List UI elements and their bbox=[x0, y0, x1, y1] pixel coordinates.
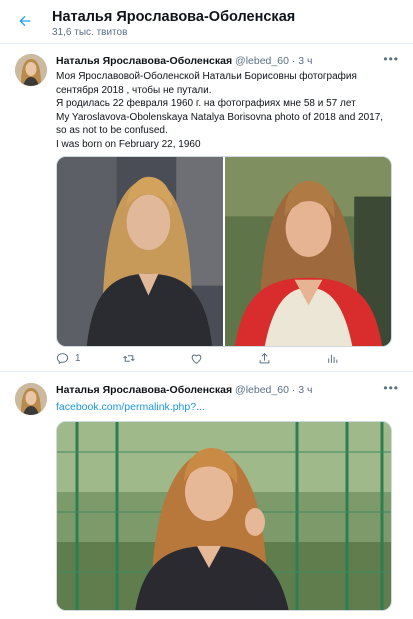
reply-button[interactable]: 1 bbox=[56, 352, 81, 365]
tweet-meta: Наталья Ярославова-Оболенская @lebed_60 … bbox=[56, 54, 313, 68]
back-arrow-icon bbox=[19, 15, 31, 27]
tweet-photo-2[interactable] bbox=[225, 157, 391, 346]
author-handle[interactable]: @lebed_60 bbox=[235, 55, 289, 67]
author-name[interactable]: Наталья Ярославова-Оболенская bbox=[56, 55, 232, 67]
like-icon bbox=[191, 354, 202, 364]
avatar-photo bbox=[15, 383, 47, 415]
share-icon bbox=[259, 352, 270, 364]
tweet-text: Моя Ярославовой-Оболенской Натальи Борис… bbox=[56, 70, 401, 151]
retweet-button[interactable] bbox=[122, 352, 136, 365]
reply-icon bbox=[56, 353, 69, 365]
tweet[interactable]: Наталья Ярославова-Оболенская @lebed_60 … bbox=[0, 373, 413, 619]
profile-name-title: Наталья Ярославова-Оболенская bbox=[52, 9, 296, 25]
tweet-photo-1[interactable] bbox=[57, 157, 223, 346]
tweet-text-line: I was born on February 22, 1960 bbox=[56, 138, 201, 150]
tweet-meta: Наталья Ярославова-Оболенская @lebed_60 … bbox=[56, 383, 313, 397]
tweet-count: 31,6 тыс. твитов bbox=[52, 27, 128, 38]
separator: · bbox=[291, 384, 296, 396]
analytics-button[interactable] bbox=[326, 352, 339, 365]
tweet[interactable]: Наталья Ярославова-Оболенская @lebed_60 … bbox=[0, 46, 413, 372]
more-button[interactable]: ••• bbox=[383, 381, 399, 395]
tweet-photo-3[interactable] bbox=[57, 422, 392, 611]
tweet-text-line: Моя Ярославовой-Оболенской Натальи Борис… bbox=[56, 71, 357, 82]
like-button[interactable] bbox=[190, 352, 203, 365]
facebook-link[interactable]: facebook.com/permalink.php?... bbox=[56, 401, 205, 413]
tweet-time[interactable]: 3 ч bbox=[298, 55, 312, 67]
avatar-photo bbox=[15, 54, 47, 86]
retweet-icon bbox=[123, 355, 135, 362]
tweet-text-line: so as not to be confused. bbox=[56, 125, 168, 136]
avatar[interactable] bbox=[15, 54, 47, 86]
tweet-media[interactable] bbox=[56, 421, 392, 611]
author-handle[interactable]: @lebed_60 bbox=[235, 384, 289, 396]
tweet-actions: 1 bbox=[56, 352, 346, 370]
tweet-text-line: сентября 2018 , чтобы не путали. bbox=[56, 84, 212, 96]
reply-count: 1 bbox=[75, 353, 81, 364]
tweet-media[interactable] bbox=[56, 156, 392, 347]
back-button[interactable] bbox=[14, 10, 36, 32]
author-name[interactable]: Наталья Ярославова-Оболенская bbox=[56, 384, 232, 396]
more-button[interactable]: ••• bbox=[383, 52, 399, 66]
tweet-time[interactable]: 3 ч bbox=[298, 384, 312, 396]
share-button[interactable] bbox=[258, 352, 271, 365]
avatar[interactable] bbox=[15, 383, 47, 415]
tweet-text-line: My Yaroslavova-Obolenskaya Natalya Boris… bbox=[56, 111, 384, 123]
more-icon: ••• bbox=[383, 381, 399, 395]
analytics-icon bbox=[328, 354, 338, 363]
tweet-text-line: Я родилась 22 февраля 1960 г. на фотогра… bbox=[56, 98, 356, 109]
separator: · bbox=[291, 55, 296, 67]
more-icon: ••• bbox=[383, 52, 399, 66]
top-bar: Наталья Ярославова-Оболенская 31,6 тыс. … bbox=[0, 0, 413, 44]
